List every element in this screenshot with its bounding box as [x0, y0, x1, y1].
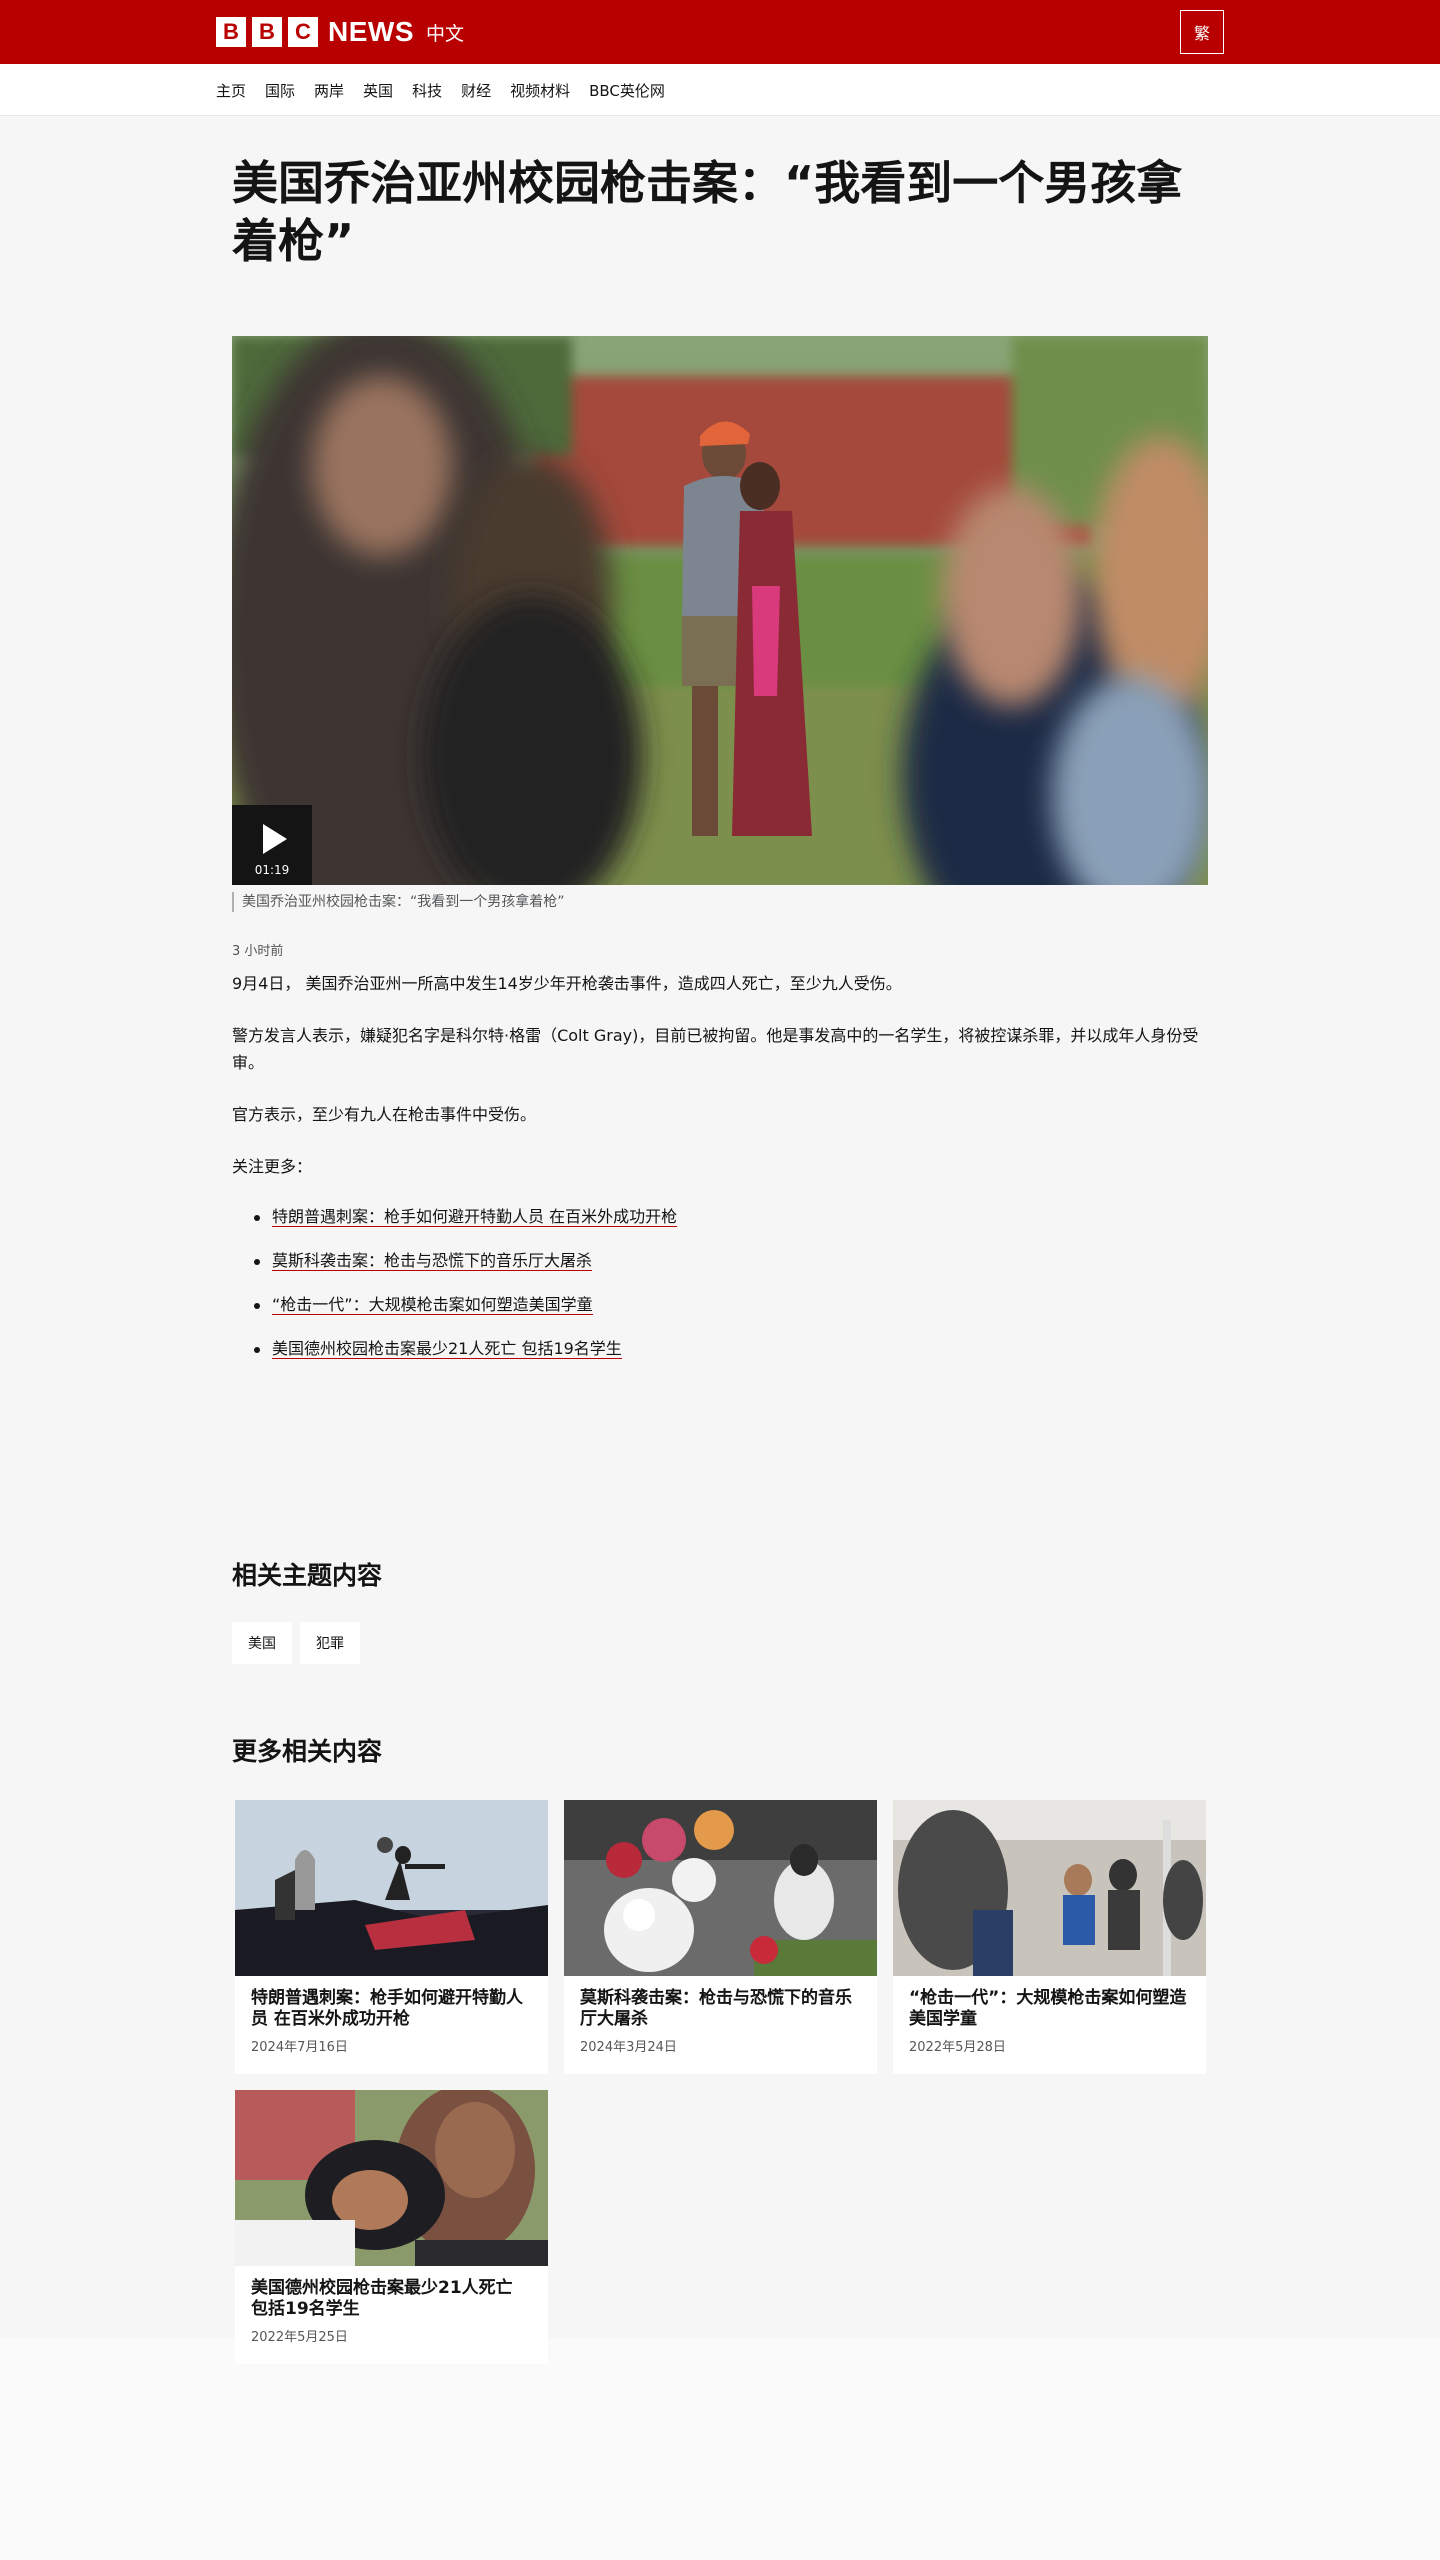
logo-letter-b2: B [252, 17, 282, 47]
logo-letter-b1: B [216, 17, 246, 47]
card-date: 2024年7月16日 [251, 2040, 348, 2055]
related-link-item: 美国德州校园枪击案最少21人死亡 包括19名学生 [254, 1337, 1208, 1361]
topic-tag-usa[interactable]: 美国 [232, 1622, 292, 1664]
nav-item-tech[interactable]: 科技 [412, 80, 442, 101]
nav-item-home[interactable]: 主页 [216, 80, 246, 101]
related-link[interactable]: 莫斯科袭击案：枪击与恐慌下的音乐厅大屠杀 [272, 1251, 593, 1271]
related-card[interactable]: 莫斯科袭击案：枪击与恐慌下的音乐厅大屠杀 2024年3月24日 [564, 1800, 877, 2074]
related-card[interactable]: 美国德州校园枪击案最少21人死亡 包括19名学生 2022年5月25日 [235, 2090, 548, 2364]
logo-language-text: 中文 [426, 22, 465, 45]
article-container: 美国乔治亚州校园枪击案：“我看到一个男孩拿着枪” 01:19 美国乔治亚州校园枪… [232, 116, 1208, 2364]
nav-item-china[interactable]: 两岸 [314, 80, 344, 101]
card-body: 美国德州校园枪击案最少21人死亡 包括19名学生 2022年5月25日 [235, 2266, 548, 2345]
topic-tags: 美国 犯罪 [232, 1622, 360, 1664]
article-timestamp: 3 小时前 [232, 944, 284, 959]
related-card[interactable]: 特朗普遇刺案：枪手如何避开特勤人员 在百米外成功开枪 2024年7月16日 [235, 1800, 548, 2074]
card-title: 莫斯科袭击案：枪击与恐慌下的音乐厅大屠杀 [580, 1988, 852, 2029]
video-thumbnail [232, 336, 1208, 885]
related-cards-grid: 特朗普遇刺案：枪手如何避开特勤人员 在百米外成功开枪 2024年7月16日 莫斯… [235, 1800, 1206, 2364]
article-paragraph: 官方表示，至少有九人在枪击事件中受伤。 [232, 1105, 537, 1124]
related-link-item: “枪击一代”：大规模枪击案如何塑造美国学童 [254, 1293, 1208, 1317]
video-duration: 01:19 [254, 863, 290, 877]
card-body: “枪击一代”：大规模枪击案如何塑造美国学童 2022年5月28日 [893, 1976, 1206, 2055]
play-button[interactable]: 01:19 [232, 805, 312, 885]
video-player[interactable]: 01:19 [232, 336, 1208, 885]
traditional-chinese-toggle[interactable]: 繁 [1180, 10, 1224, 54]
nav-item-bbc-uk-china[interactable]: BBC英伦网 [589, 80, 665, 101]
card-body: 特朗普遇刺案：枪手如何避开特勤人员 在百米外成功开枪 2024年7月16日 [235, 1976, 548, 2055]
logo-letter-c: C [288, 17, 318, 47]
card-body: 莫斯科袭击案：枪击与恐慌下的音乐厅大屠杀 2024年3月24日 [564, 1976, 877, 2055]
article-headline: 美国乔治亚州校园枪击案：“我看到一个男孩拿着枪” [232, 156, 1183, 268]
card-title: 美国德州校园枪击案最少21人死亡 包括19名学生 [251, 2278, 513, 2319]
card-date: 2022年5月28日 [909, 2040, 1006, 2055]
card-image [564, 1800, 877, 1976]
related-topics-title: 相关主题内容 [232, 1561, 383, 1590]
card-title: “枪击一代”：大规模枪击案如何塑造美国学童 [909, 1988, 1187, 2029]
nav-list: 主页 国际 两岸 英国 科技 财经 视频材料 BBC英伦网 [216, 64, 665, 116]
main-navigation: 主页 国际 两岸 英国 科技 财经 视频材料 BBC英伦网 [0, 64, 1440, 116]
play-icon [263, 824, 287, 854]
card-date: 2022年5月25日 [251, 2330, 348, 2345]
card-date: 2024年3月24日 [580, 2040, 677, 2055]
related-card[interactable]: “枪击一代”：大规模枪击案如何塑造美国学童 2022年5月28日 [893, 1800, 1206, 2074]
page-footer [0, 2338, 1440, 2560]
nav-item-business[interactable]: 财经 [461, 80, 491, 101]
site-header: B B C NEWS 中文 繁 [0, 0, 1440, 64]
card-image [235, 1800, 548, 1976]
article-body: 9月4日， 美国乔治亚州一所高中发生14岁少年开枪袭击事件，造成四人死亡，至少九… [232, 970, 1208, 1381]
nav-item-world[interactable]: 国际 [265, 80, 295, 101]
logo-news-text: NEWS [328, 16, 414, 47]
article-paragraph: 警方发言人表示，嫌疑犯名字是科尔特·格雷（Colt Gray)，目前已被拘留。他… [232, 1026, 1199, 1072]
bbc-news-logo[interactable]: B B C NEWS 中文 [216, 15, 464, 49]
article-paragraph: 9月4日， 美国乔治亚州一所高中发生14岁少年开枪袭击事件，造成四人死亡，至少九… [232, 974, 902, 993]
related-links-list: 特朗普遇刺案：枪手如何避开特勤人员 在百米外成功开枪 莫斯科袭击案：枪击与恐慌下… [254, 1205, 1208, 1361]
card-image [893, 1800, 1206, 1976]
card-image [235, 2090, 548, 2266]
topic-tag-crime[interactable]: 犯罪 [300, 1622, 360, 1664]
related-link[interactable]: “枪击一代”：大规模枪击案如何塑造美国学童 [272, 1295, 593, 1315]
card-title: 特朗普遇刺案：枪手如何避开特勤人员 在百米外成功开枪 [251, 1988, 523, 2029]
nav-item-uk[interactable]: 英国 [363, 80, 393, 101]
nav-item-video[interactable]: 视频材料 [510, 80, 570, 101]
article-paragraph: 关注更多： [232, 1157, 313, 1176]
related-link[interactable]: 特朗普遇刺案：枪手如何避开特勤人员 在百米外成功开枪 [272, 1207, 678, 1227]
main-content: 美国乔治亚州校园枪击案：“我看到一个男孩拿着枪” 01:19 美国乔治亚州校园枪… [0, 116, 1440, 2364]
related-link-item: 莫斯科袭击案：枪击与恐慌下的音乐厅大屠杀 [254, 1249, 1208, 1273]
related-link-item: 特朗普遇刺案：枪手如何避开特勤人员 在百米外成功开枪 [254, 1205, 1208, 1229]
more-related-title: 更多相关内容 [232, 1737, 383, 1766]
related-link[interactable]: 美国德州校园枪击案最少21人死亡 包括19名学生 [272, 1339, 622, 1359]
video-caption: 美国乔治亚州校园枪击案：“我看到一个男孩拿着枪” [232, 892, 565, 912]
